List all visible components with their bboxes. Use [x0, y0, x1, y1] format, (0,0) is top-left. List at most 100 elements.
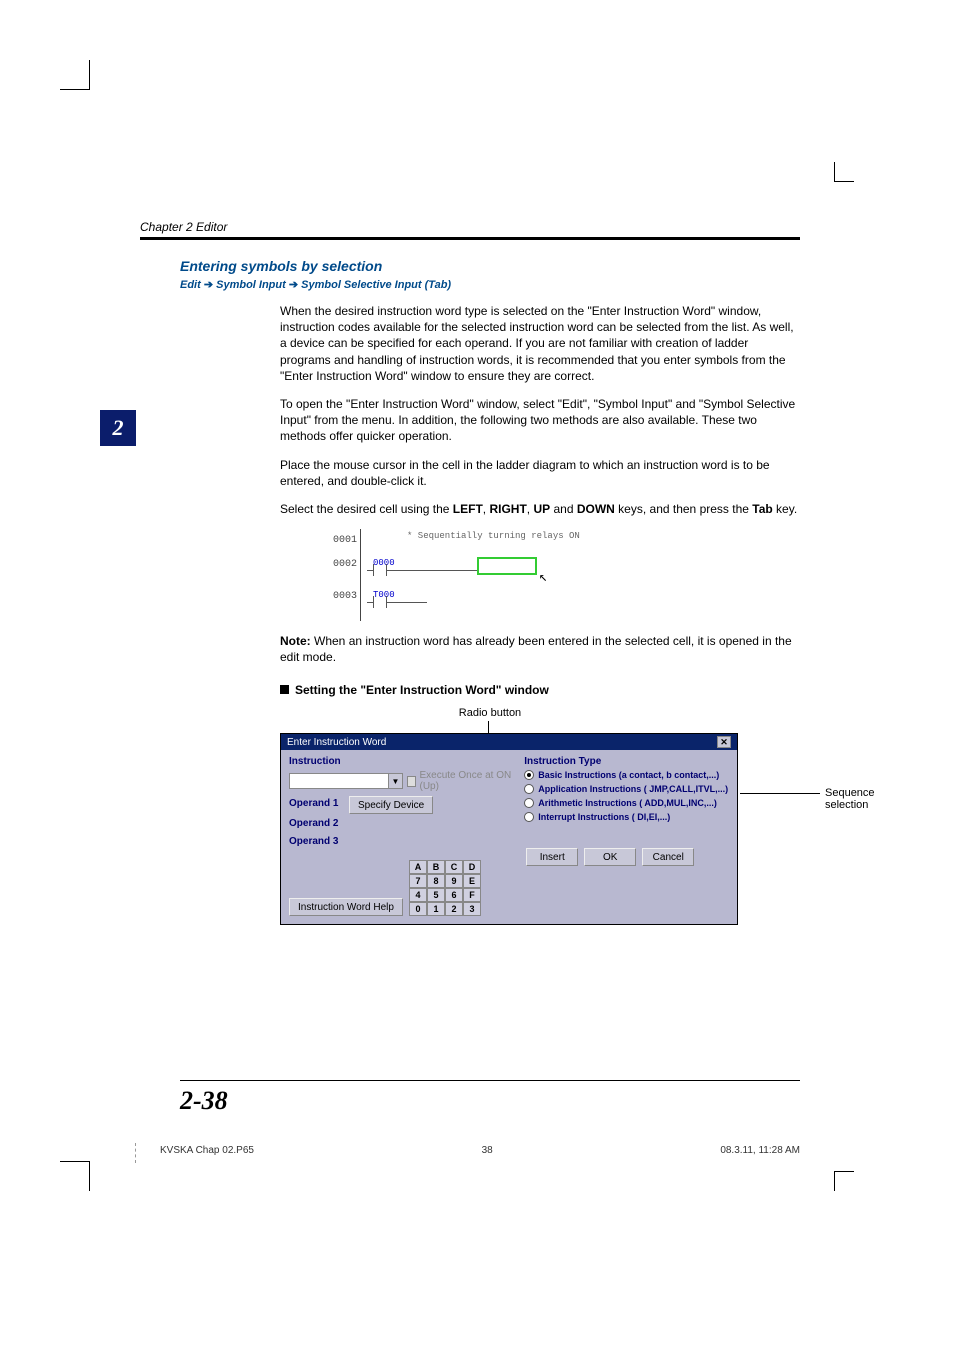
- keypad-key[interactable]: 9: [445, 874, 463, 888]
- keypad-key[interactable]: 3: [463, 902, 481, 916]
- header-rule: [140, 237, 800, 240]
- paragraph: To open the "Enter Instruction Word" win…: [280, 396, 800, 445]
- paragraph: Place the mouse cursor in the cell in th…: [280, 457, 800, 489]
- radio-icon: [524, 798, 534, 808]
- exec-once-checkbox[interactable]: [407, 776, 416, 787]
- crop-mark-tl: [60, 60, 90, 90]
- text: Select the desired cell using the: [280, 502, 453, 516]
- radio-arithmetic[interactable]: Arithmetic Instructions ( ADD,MUL,INC,..…: [524, 798, 729, 808]
- subheading-text: Setting the "Enter Instruction Word" win…: [295, 683, 549, 697]
- keypad: A B C D 7 8 9 E 4 5: [409, 856, 481, 916]
- ok-button[interactable]: OK: [584, 848, 636, 866]
- cursor-icon: ↖: [539, 569, 547, 586]
- close-icon[interactable]: ✕: [717, 736, 731, 748]
- dialog-titlebar: Enter Instruction Word ✕: [281, 734, 737, 750]
- crop-mark-tr: [834, 162, 854, 182]
- chapter-header: Chapter 2 Editor: [140, 220, 800, 237]
- path-edit: Edit: [180, 279, 201, 291]
- key-left: LEFT: [453, 502, 483, 516]
- callout-line: [488, 721, 489, 733]
- key-right: RIGHT: [489, 502, 526, 516]
- note-label: Note:: [280, 634, 311, 648]
- bullet-square-icon: [280, 685, 289, 694]
- operand3-label: Operand 3: [289, 836, 338, 847]
- keypad-key[interactable]: B: [427, 860, 445, 874]
- keypad-key[interactable]: 1: [427, 902, 445, 916]
- keypad-key[interactable]: A: [409, 860, 427, 874]
- rung-number: 0003: [333, 591, 361, 602]
- key-up: UP: [533, 502, 550, 516]
- ladder-comment: * Sequentially turning relays ON: [407, 531, 580, 541]
- callout-label: Sequence selection: [825, 787, 875, 811]
- footer-file: KVSKA Chap 02.P65: [160, 1145, 254, 1156]
- keypad-key[interactable]: 7: [409, 874, 427, 888]
- text: and: [550, 502, 577, 516]
- keypad-key[interactable]: 5: [427, 888, 445, 902]
- radio-label: Basic Instructions (a contact, b contact…: [538, 770, 719, 780]
- contact-label: 0000: [373, 558, 395, 568]
- radio-icon: [524, 784, 534, 794]
- section-title: Entering symbols by selection: [180, 258, 800, 274]
- selected-cell[interactable]: [477, 557, 537, 575]
- radio-basic[interactable]: Basic Instructions (a contact, b contact…: [524, 770, 729, 780]
- exec-once-label: Execute Once at ON (Up): [419, 770, 514, 792]
- keypad-key[interactable]: C: [445, 860, 463, 874]
- keypad-key[interactable]: 4: [409, 888, 427, 902]
- crop-mark-bl: [60, 1161, 90, 1191]
- text: keys, and then press the: [615, 502, 752, 516]
- footer-timestamp: 08.3.11, 11:28 AM: [720, 1145, 800, 1156]
- footer-separator: [135, 1143, 136, 1163]
- callout-line: [740, 793, 820, 794]
- enter-instruction-dialog: Enter Instruction Word ✕ Instruction ▼ E…: [280, 733, 738, 925]
- note-paragraph: Note: When an instruction word has alrea…: [280, 633, 800, 665]
- instruction-combo[interactable]: ▼: [289, 773, 403, 789]
- keypad-key[interactable]: E: [463, 874, 481, 888]
- radio-label: Arithmetic Instructions ( ADD,MUL,INC,..…: [538, 798, 717, 808]
- radio-application[interactable]: Application Instructions ( JMP,CALL,ITVL…: [524, 784, 729, 794]
- footer-rule: [180, 1080, 800, 1081]
- keypad-key[interactable]: 8: [427, 874, 445, 888]
- specify-device-button[interactable]: Specify Device: [349, 796, 433, 814]
- operand1-label: Operand 1: [289, 798, 345, 809]
- dialog-title-text: Enter Instruction Word: [287, 737, 386, 748]
- path-selective: Symbol Selective Input (Tab): [301, 279, 451, 291]
- keypad-key[interactable]: 2: [445, 902, 463, 916]
- text: key.: [773, 502, 797, 516]
- paragraph: When the desired instruction word type i…: [280, 303, 800, 384]
- menu-path: Edit ➔ Symbol Input ➔ Symbol Selective I…: [180, 278, 800, 291]
- ladder-diagram: * Sequentially turning relays ON 0001 00…: [360, 529, 720, 621]
- instruction-input[interactable]: [289, 773, 389, 789]
- keypad-key[interactable]: 6: [445, 888, 463, 902]
- keypad-key[interactable]: 0: [409, 902, 427, 916]
- contact-label: T000: [373, 590, 395, 600]
- note-text: When an instruction word has already bee…: [280, 634, 792, 664]
- instruction-label: Instruction: [289, 756, 514, 767]
- rung-number: 0002: [333, 559, 361, 570]
- cancel-button[interactable]: Cancel: [642, 848, 694, 866]
- chevron-down-icon[interactable]: ▼: [389, 773, 403, 789]
- radio-interrupt[interactable]: Interrupt Instructions ( DI,EI,...): [524, 812, 729, 822]
- path-symbol-input: Symbol Input: [216, 279, 286, 291]
- page-number: 2-38: [180, 1086, 228, 1116]
- operand2-label: Operand 2: [289, 818, 338, 829]
- paragraph: Select the desired cell using the LEFT, …: [280, 501, 800, 517]
- keypad-key[interactable]: F: [463, 888, 481, 902]
- radio-icon: [524, 812, 534, 822]
- help-button[interactable]: Instruction Word Help: [289, 898, 403, 916]
- arrow-icon: ➔: [289, 279, 301, 291]
- key-down: DOWN: [577, 502, 615, 516]
- subheading: Setting the "Enter Instruction Word" win…: [280, 683, 800, 697]
- instruction-type-label: Instruction Type: [524, 756, 729, 767]
- keypad-key[interactable]: D: [463, 860, 481, 874]
- radio-label: Application Instructions ( JMP,CALL,ITVL…: [538, 784, 728, 794]
- radio-label: Interrupt Instructions ( DI,EI,...): [538, 812, 670, 822]
- key-tab: Tab: [752, 502, 772, 516]
- radio-icon: [524, 770, 534, 780]
- chapter-tab: 2: [100, 410, 136, 446]
- footer-info: KVSKA Chap 02.P65 38 08.3.11, 11:28 AM: [160, 1145, 800, 1156]
- insert-button[interactable]: Insert: [526, 848, 578, 866]
- callout-label: Radio button: [440, 707, 540, 719]
- footer-page: 38: [482, 1145, 493, 1156]
- rung-number: 0001: [333, 535, 361, 546]
- crop-mark-br: [834, 1171, 854, 1191]
